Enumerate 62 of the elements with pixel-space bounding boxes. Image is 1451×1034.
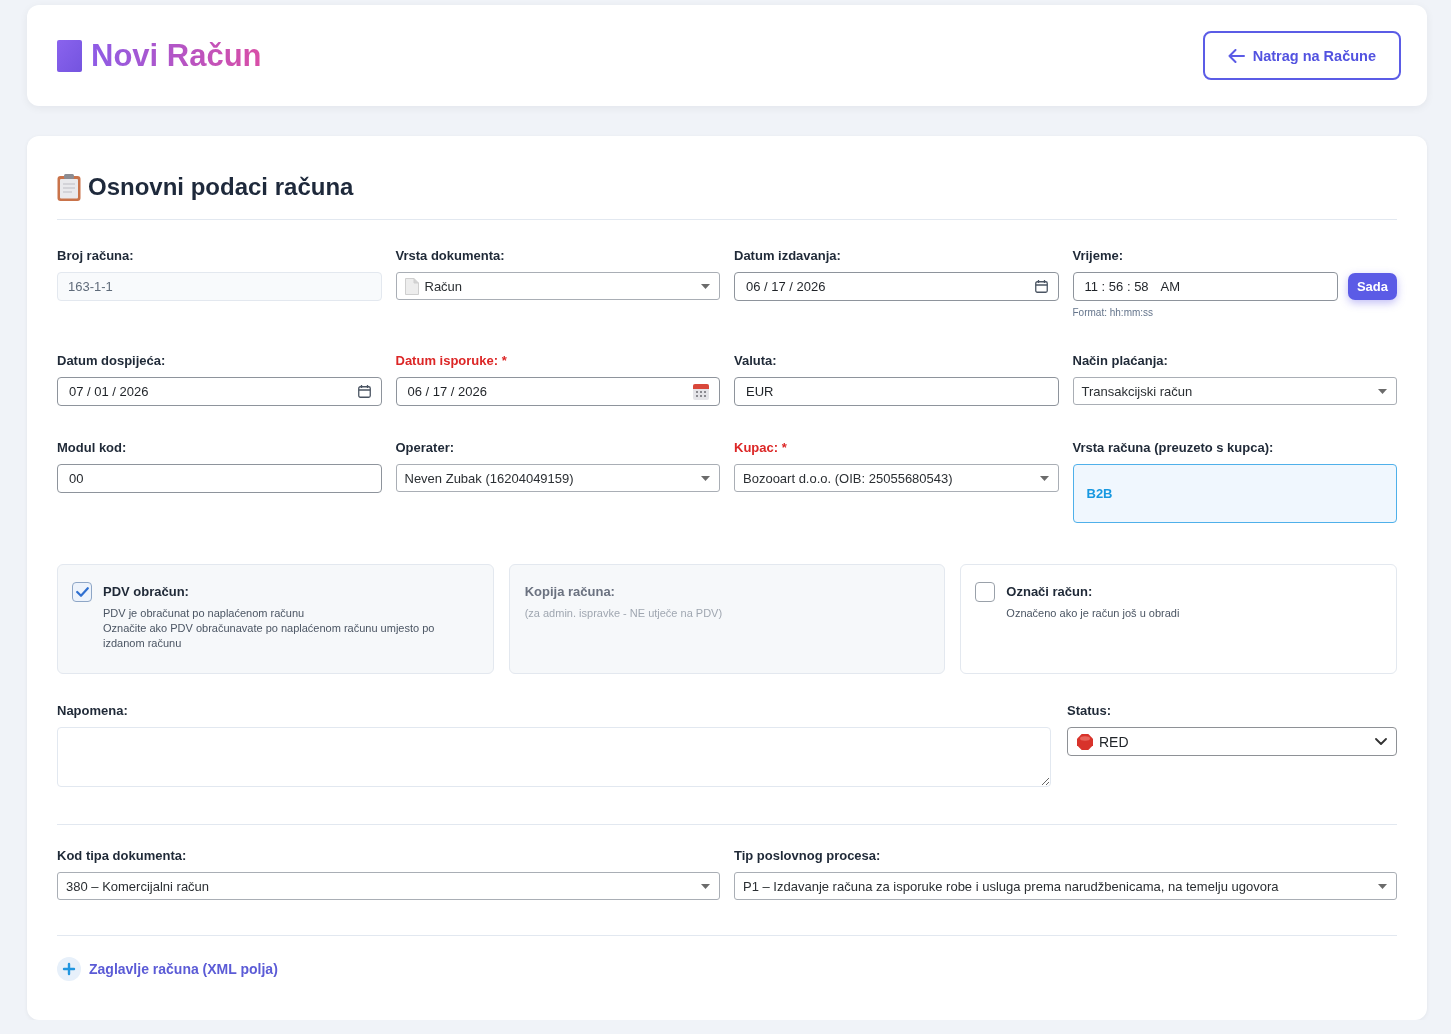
section-title: Osnovni podaci računa: [88, 172, 354, 202]
field-label: Vrsta dokumenta:: [395, 248, 506, 264]
option-description: Označeno ako je račun još u obradi: [1006, 606, 1180, 621]
caret-icon: [701, 475, 710, 481]
field-label: Datum izdavanja:: [734, 248, 842, 264]
calendar-icon: [693, 383, 709, 400]
field-label: Način plaćanja:: [1072, 353, 1169, 369]
field-label: Status:: [1067, 703, 1113, 719]
caret-icon: [701, 883, 710, 889]
option-description: PDV je obračunat po naplaćenom računu: [103, 606, 306, 621]
clipboard-icon: [57, 173, 81, 201]
now-button[interactable]: Sada: [1347, 273, 1397, 300]
date-field[interactable]: 06 / 17 / 2026: [395, 377, 720, 406]
date-field[interactable]: 06 / 17 / 2026: [734, 272, 1059, 301]
dropdown[interactable]: P1 – Izdavanje računa za isporuke robe i usluga prema narudžbenicama, na temelju ugovora: [734, 872, 1397, 900]
option-title: PDV obračun:: [103, 583, 190, 601]
option-title: Kopija računa:: [524, 583, 616, 601]
invoice-type-display: B2B: [1072, 464, 1397, 523]
field-label: Kupac: *: [734, 440, 788, 456]
note-field[interactable]: [57, 727, 1051, 787]
stop-sign-icon: [1077, 733, 1093, 750]
dropdown[interactable]: 380 – Komercijalni račun: [57, 872, 720, 900]
checkbox[interactable]: [975, 582, 996, 602]
square-icon: [57, 39, 82, 72]
calendar-icon: [1034, 280, 1048, 293]
field-label: Broj računa:: [57, 248, 135, 264]
chevron-down-icon: [1375, 738, 1387, 745]
status-dropdown[interactable]: RED: [1067, 727, 1397, 756]
format-hint: Format: hh:mm:ss: [1072, 307, 1155, 319]
option-title: Označi račun:: [1006, 583, 1094, 601]
expand-button[interactable]: Zaglavlje računa (XML polja): [57, 957, 278, 981]
field-label: Operater:: [395, 440, 456, 456]
field-label: Modul kod:: [57, 440, 128, 456]
text-field[interactable]: 00: [57, 464, 382, 493]
dropdown[interactable]: Transakcijski račun: [1072, 377, 1397, 405]
dropdown[interactable]: Neven Zubak (16204049159): [395, 464, 720, 492]
dropdown[interactable]: Bozooart d.o.o. (OIB: 25055680543): [734, 464, 1059, 492]
back-button[interactable]: Natrag na Račune: [1202, 31, 1401, 80]
option-description: Označite ako PDV obračunavate po naplaćenom računu umjesto po izdanom računu: [103, 621, 436, 651]
date-field[interactable]: 07 / 01 / 2026: [57, 377, 382, 406]
document-icon: [404, 277, 419, 295]
caret-icon: [1378, 388, 1387, 394]
field-label: Kod tipa dokumenta:: [57, 848, 188, 864]
arrow-left-icon: [1227, 48, 1245, 63]
field-label: Tip poslovnog procesa:: [734, 848, 882, 864]
dropdown[interactable]: Račun: [395, 272, 720, 300]
caret-icon: [701, 283, 710, 289]
field-label: Napomena:: [57, 703, 129, 719]
text-field[interactable]: EUR: [734, 377, 1059, 406]
field-label: Vrijeme:: [1072, 248, 1125, 264]
calendar-icon: [357, 385, 371, 398]
caret-icon: [1378, 883, 1387, 889]
field-label: Valuta:: [734, 353, 778, 369]
checkbox[interactable]: [72, 582, 92, 602]
field-label: Datum dospijeća:: [57, 353, 167, 369]
field-label: Datum isporuke: *: [395, 353, 508, 369]
readonly-field: 163-1-1: [57, 272, 382, 301]
time-field[interactable]: 11 : 56 : 58 AM: [1072, 272, 1338, 301]
caret-icon: [1039, 475, 1049, 481]
check-icon: [75, 587, 89, 597]
option-description: (za admin. ispravke - NE utječe na PDV): [524, 606, 723, 621]
field-label: Vrsta računa (preuzeto s kupca):: [1072, 440, 1275, 456]
